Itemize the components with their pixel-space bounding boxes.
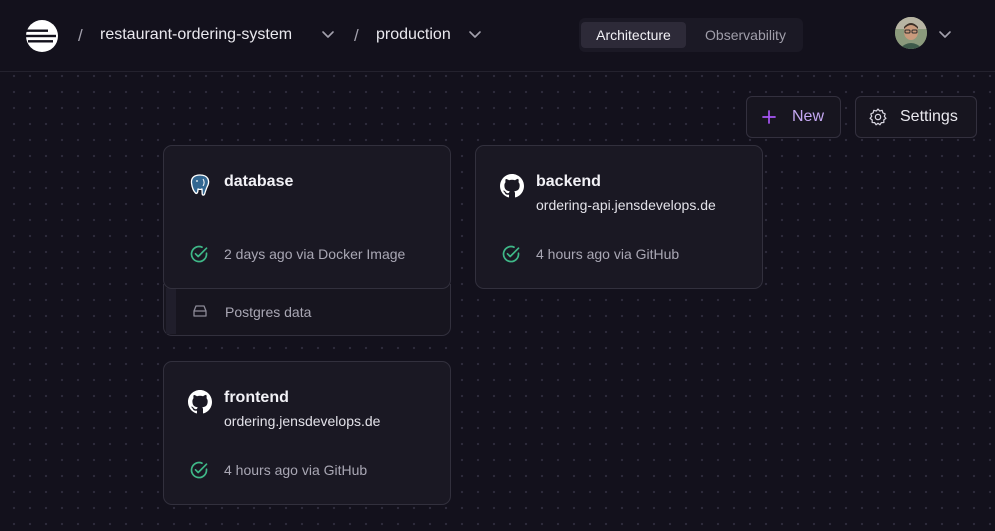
check-circle-icon (502, 245, 520, 263)
service-name: frontend (224, 389, 289, 406)
breadcrumb-separator: / (354, 26, 359, 45)
deploy-status: 4 hours ago via GitHub (224, 462, 368, 478)
service-name: database (224, 173, 294, 190)
github-icon (188, 390, 212, 414)
volume-connector (166, 288, 176, 334)
postgres-icon (190, 174, 210, 196)
user-avatar-icon (895, 17, 927, 49)
service-card-backend[interactable]: backend ordering-api.jensdevelops.de 4 h… (475, 145, 763, 289)
service-card-frontend[interactable]: frontend ordering.jensdevelops.de 4 hour… (163, 361, 451, 505)
service-url[interactable]: ordering-api.jensdevelops.de (536, 197, 716, 213)
check-circle-icon (190, 461, 208, 479)
new-button[interactable]: New (746, 96, 841, 138)
service-name: backend (536, 173, 601, 190)
new-button-label: New (792, 108, 825, 125)
check-circle-icon (190, 245, 208, 263)
chevron-down-icon[interactable] (321, 30, 335, 40)
service-card-database[interactable]: database 2 days ago via Docker Image (163, 145, 451, 289)
gear-icon (869, 108, 887, 126)
deploy-status: 4 hours ago via GitHub (536, 246, 680, 262)
deploy-status: 2 days ago via Docker Image (224, 246, 406, 262)
chevron-down-icon[interactable] (468, 30, 482, 40)
service-url[interactable]: ordering.jensdevelops.de (224, 413, 380, 429)
project-name[interactable]: restaurant-ordering-system (100, 26, 292, 44)
drive-icon (193, 305, 207, 317)
app-logo-icon[interactable] (26, 20, 58, 52)
environment-name[interactable]: production (376, 26, 451, 44)
breadcrumb-separator: / (78, 26, 83, 45)
settings-button-label: Settings (900, 108, 958, 125)
tab-observability[interactable]: Observability (690, 22, 801, 48)
chevron-down-icon[interactable] (938, 30, 952, 40)
volume-postgres-data[interactable]: Postgres data (163, 284, 451, 336)
github-icon (500, 174, 524, 198)
view-switcher: Architecture Observability (579, 18, 803, 52)
top-bar: / restaurant-ordering-system / productio… (0, 0, 995, 72)
plus-icon (762, 110, 776, 124)
avatar[interactable] (895, 17, 927, 49)
settings-button[interactable]: Settings (855, 96, 977, 138)
tab-architecture[interactable]: Architecture (581, 22, 686, 48)
volume-label: Postgres data (225, 304, 312, 320)
